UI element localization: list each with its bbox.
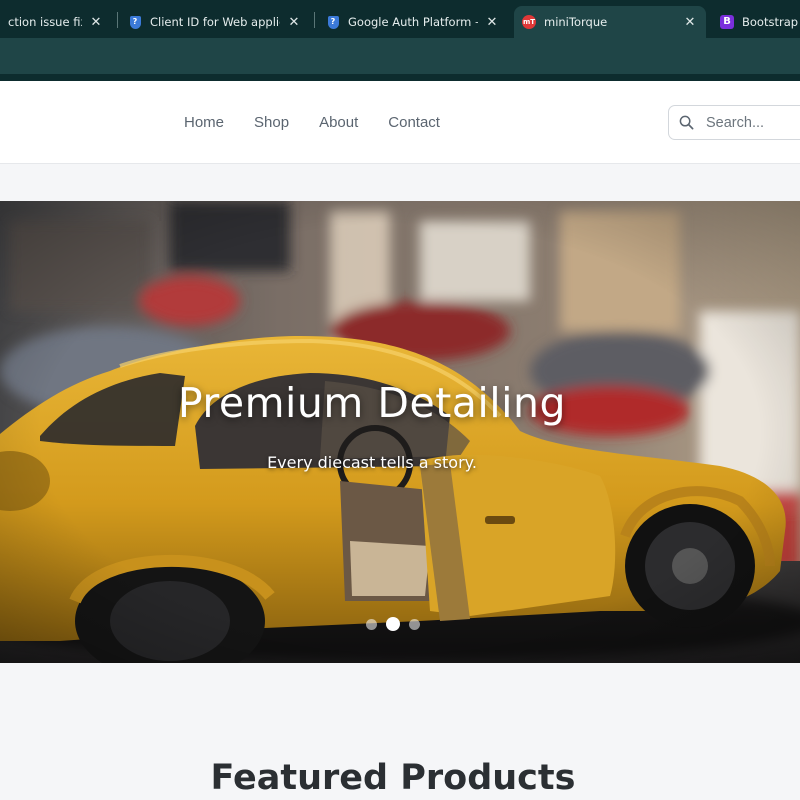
nav-link-contact[interactable]: Contact — [388, 114, 440, 131]
nav-link-shop[interactable]: Shop — [254, 114, 289, 131]
nav-link-home[interactable]: Home — [184, 114, 224, 131]
close-icon[interactable]: ✕ — [682, 15, 698, 30]
tab-title: Google Auth Platform – My — [348, 15, 478, 29]
hero-carousel: Premium Detailing Every diecast tells a … — [0, 201, 800, 663]
browser-tab-2[interactable]: ? Client ID for Web applicatio ✕ — [120, 6, 310, 38]
carousel-indicator-2[interactable] — [386, 617, 400, 631]
google-cloud-shield-icon: ? — [128, 15, 142, 29]
tab-title: miniTorque — [544, 15, 608, 29]
bootstrap-favicon-icon: B — [720, 15, 734, 29]
browser-tab-1[interactable]: ction issue fix ✕ — [0, 6, 112, 38]
close-icon[interactable]: ✕ — [286, 15, 302, 30]
carousel-indicator-3[interactable] — [409, 618, 420, 630]
carousel-indicator-1[interactable] — [366, 618, 377, 630]
nav-link-about[interactable]: About — [319, 114, 358, 131]
search-box[interactable] — [668, 105, 800, 140]
search-input[interactable] — [706, 114, 800, 131]
hero-car-image — [0, 201, 800, 663]
featured-products-heading: Featured Products — [210, 758, 576, 798]
google-cloud-shield-icon: ? — [326, 15, 340, 29]
tab-separator — [314, 12, 315, 28]
browser-tab-5[interactable]: B Bootstrap · T — [712, 6, 800, 38]
tab-title: Bootstrap · T — [742, 15, 800, 29]
hero-title: Premium Detailing — [177, 379, 567, 427]
browser-toolbar-border — [0, 74, 800, 81]
nav-links: Home Shop About Contact — [184, 81, 470, 164]
search-icon — [679, 115, 694, 130]
browser-tab-strip: ction issue fix ✕ ? Client ID for Web ap… — [0, 0, 800, 38]
hero-subtitle: Every diecast tells a story. — [267, 453, 477, 472]
tab-title: Client ID for Web applicatio — [150, 15, 280, 29]
carousel-indicators — [366, 617, 429, 631]
minitorque-favicon-icon: mT — [522, 15, 536, 29]
tab-separator — [117, 12, 118, 28]
site-navbar: Home Shop About Contact — [0, 81, 800, 164]
browser-toolbar — [0, 38, 800, 74]
close-icon[interactable]: ✕ — [88, 15, 104, 30]
browser-tab-3[interactable]: ? Google Auth Platform – My ✕ — [318, 6, 508, 38]
tab-title: ction issue fix — [8, 15, 82, 29]
browser-tab-active[interactable]: mT miniTorque ✕ — [514, 6, 706, 38]
close-icon[interactable]: ✕ — [484, 15, 500, 30]
